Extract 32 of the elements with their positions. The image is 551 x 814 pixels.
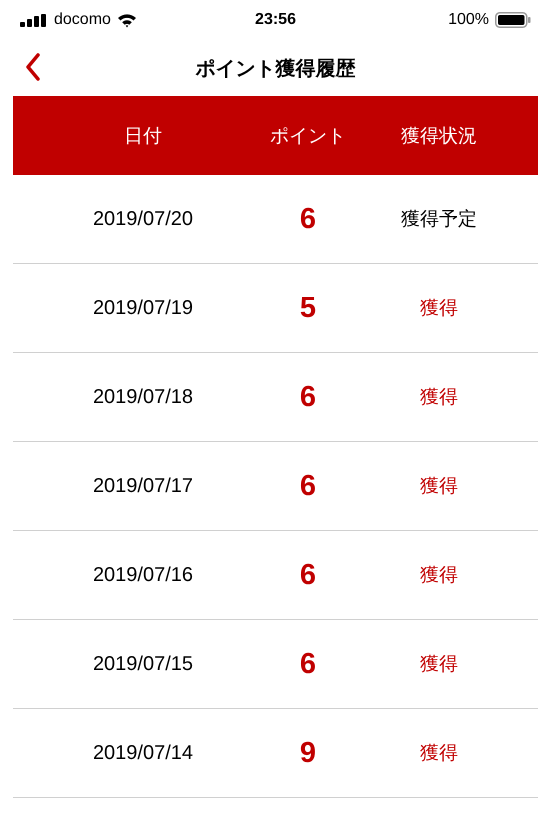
battery-percent: 100% <box>448 11 489 29</box>
points-cell: 6 <box>300 202 316 236</box>
status-cell-text: 獲得 <box>420 653 458 677</box>
points-cell: 6 <box>300 648 316 680</box>
battery-icon <box>495 12 531 28</box>
status-cell-text: 獲得 <box>420 564 458 588</box>
points-cell: 5 <box>300 292 316 324</box>
column-header: 日付 <box>124 124 162 148</box>
points-cell: 6 <box>300 380 316 414</box>
back-icon[interactable] <box>25 53 41 81</box>
column-header: ポイント <box>270 124 346 148</box>
signal-icon <box>20 14 48 26</box>
date-cell: 2019/07/15 <box>92 652 194 676</box>
column-header: 獲得状況 <box>401 124 477 148</box>
wifi-icon <box>116 12 137 28</box>
status-cell-text: 獲得予定 <box>401 208 477 232</box>
status-cell-text: 獲得 <box>420 386 458 410</box>
points-cell: 9 <box>300 736 316 770</box>
status-cell-text: 獲得 <box>420 297 458 321</box>
date-cell: 2019/07/18 <box>92 386 194 408</box>
screen-title: ポイント獲得履歴 <box>196 56 356 82</box>
clock-time: 23:56 <box>255 11 296 29</box>
date-cell: 2019/07/19 <box>92 296 194 320</box>
date-cell: 2019/07/14 <box>92 742 194 764</box>
date-cell: 2019/07/17 <box>92 474 194 498</box>
points-cell: 6 <box>300 558 316 592</box>
points-cell: 6 <box>300 470 316 502</box>
date-cell: 2019/07/16 <box>92 564 194 586</box>
status-cell-text: 獲得 <box>420 475 458 499</box>
status-cell-text: 獲得 <box>420 742 458 766</box>
carrier-name: docomo <box>54 11 111 29</box>
date-cell: 2019/07/20 <box>92 208 194 230</box>
